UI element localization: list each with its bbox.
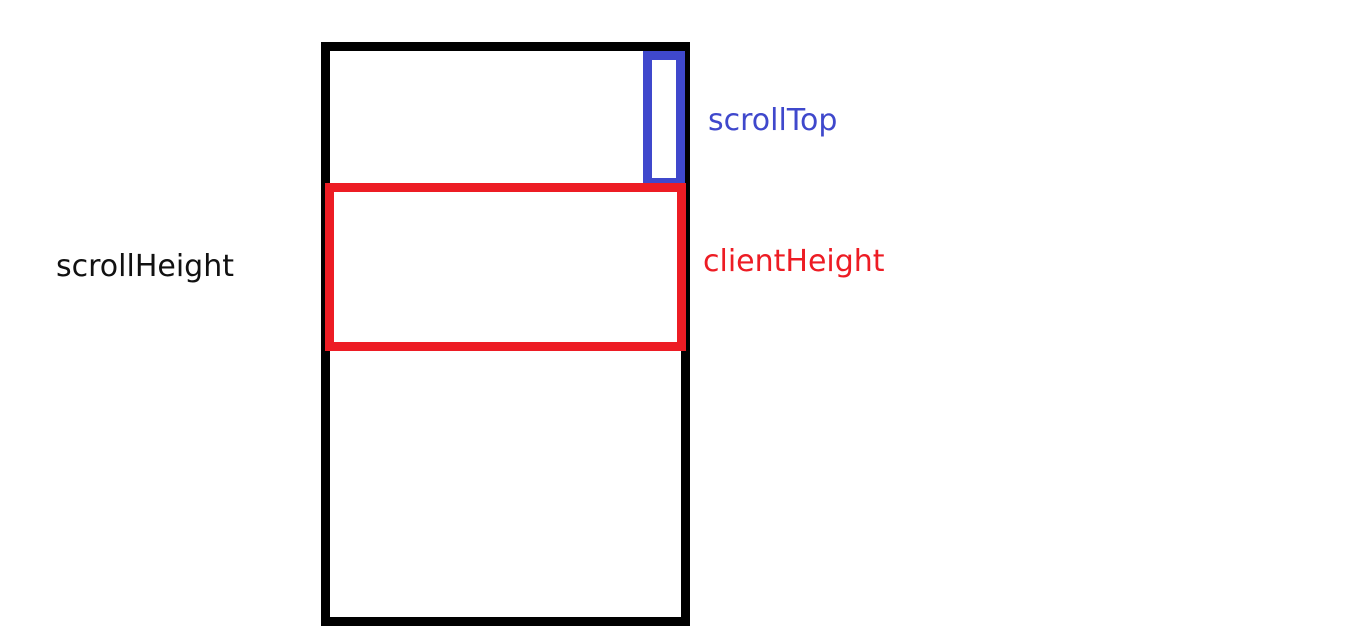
client-height-label: clientHeight xyxy=(703,244,885,279)
scroll-height-label: scrollHeight xyxy=(56,249,234,284)
scroll-top-marker xyxy=(643,51,685,187)
scroll-top-label: scrollTop xyxy=(708,103,838,138)
client-height-box xyxy=(325,183,686,351)
